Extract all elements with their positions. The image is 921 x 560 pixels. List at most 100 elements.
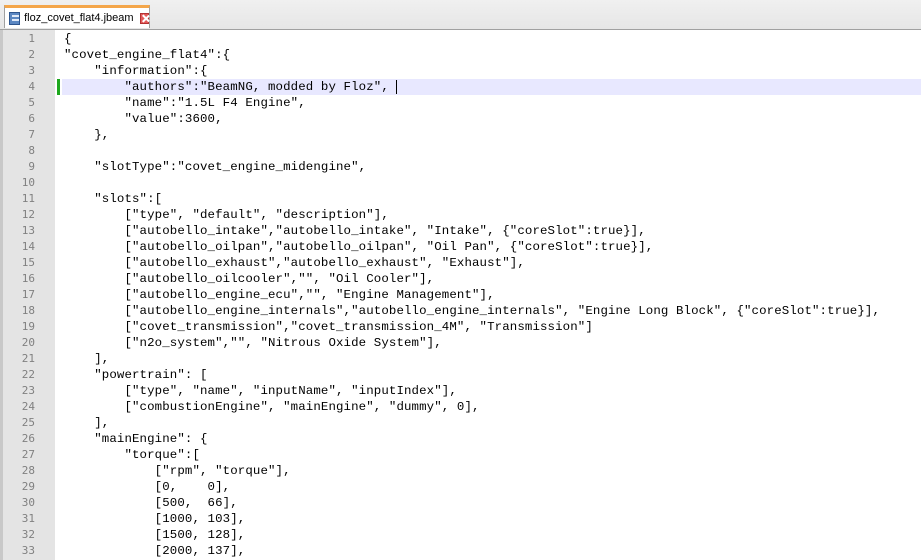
line-text: ], [64,416,110,430]
line-text: ["autobello_oilcooler","", "Oil Cooler"]… [64,272,435,286]
line-text: "slotType":"covet_engine_midengine", [64,160,367,174]
line-number: 1 [28,32,35,45]
line-text: }, [64,128,110,142]
line-number: 9 [28,160,35,173]
code-line[interactable]: 1{ [0,31,921,47]
file-tab[interactable]: floz_covet_flat4.jbeam [4,5,150,28]
line-number: 29 [21,480,35,493]
line-text: [2000, 137], [64,544,246,558]
line-number: 11 [21,192,35,205]
line-number: 15 [21,256,35,269]
file-icon [9,11,21,25]
line-number: 8 [28,144,35,157]
line-text: "value":3600, [64,112,223,126]
code-line[interactable]: 18 ["autobello_engine_internals","autobe… [0,303,921,319]
line-number: 4 [28,80,35,93]
line-text: [1000, 103], [64,512,246,526]
line-number: 32 [21,528,35,541]
line-number: 33 [21,544,35,557]
line-number: 7 [28,128,35,141]
line-number: 21 [21,352,35,365]
line-number: 22 [21,368,35,381]
line-number: 27 [21,448,35,461]
line-number: 26 [21,432,35,445]
line-text: [0, 0], [64,480,231,494]
code-line[interactable]: 30 [500, 66], [0,495,921,511]
code-line[interactable]: 15 ["autobello_exhaust","autobello_exhau… [0,255,921,271]
code-line[interactable]: 14 ["autobello_oilpan","autobello_oilpan… [0,239,921,255]
close-icon[interactable] [139,12,149,24]
line-text: ["combustionEngine", "mainEngine", "dumm… [64,400,480,414]
code-line[interactable]: 19 ["covet_transmission","covet_transmis… [0,319,921,335]
code-line[interactable]: 10 [0,175,921,191]
line-text: "powertrain": [ [64,368,208,382]
code-line[interactable]: 25 ], [0,415,921,431]
line-text: ["n2o_system","", "Nitrous Oxide System"… [64,336,442,350]
code-line[interactable]: 7 }, [0,127,921,143]
line-number: 6 [28,112,35,125]
line-text: ["type", "name", "inputName", "inputInde… [64,384,457,398]
code-line[interactable]: 21 ], [0,351,921,367]
line-text: { [64,32,72,46]
code-line[interactable]: 12 ["type", "default", "description"], [0,207,921,223]
line-text: "covet_engine_flat4":{ [64,48,231,62]
line-number: 12 [21,208,35,221]
line-number: 30 [21,496,35,509]
code-line[interactable]: 29 [0, 0], [0,479,921,495]
line-number: 23 [21,384,35,397]
line-text: ["autobello_engine_internals","autobello… [64,304,881,318]
code-line[interactable]: 3 "information":{ [0,63,921,79]
code-line[interactable]: 27 "torque":[ [0,447,921,463]
line-text: ["covet_transmission","covet_transmissio… [64,320,593,334]
line-number: 17 [21,288,35,301]
line-text: "name":"1.5L F4 Engine", [64,96,306,110]
code-line[interactable]: 31 [1000, 103], [0,511,921,527]
code-line[interactable]: 32 [1500, 128], [0,527,921,543]
line-number: 14 [21,240,35,253]
line-text: [1500, 128], [64,528,246,542]
line-number: 28 [21,464,35,477]
code-line[interactable]: 6 "value":3600, [0,111,921,127]
code-line[interactable]: 33 [2000, 137], [0,543,921,559]
code-line[interactable]: 24 ["combustionEngine", "mainEngine", "d… [0,399,921,415]
line-text: "mainEngine": { [64,432,208,446]
line-number: 25 [21,416,35,429]
line-number: 16 [21,272,35,285]
line-text: "torque":[ [64,448,201,462]
line-number: 13 [21,224,35,237]
code-line[interactable]: 8 [0,143,921,159]
code-line[interactable]: 17 ["autobello_engine_ecu","", "Engine M… [0,287,921,303]
code-editor[interactable]: 1{2 "covet_engine_flat4":{3 "information"… [0,30,921,560]
line-number: 20 [21,336,35,349]
line-number: 5 [28,96,35,109]
line-text: [500, 66], [64,496,238,510]
line-number: 18 [21,304,35,317]
code-line[interactable]: 9 "slotType":"covet_engine_midengine", [0,159,921,175]
code-line[interactable]: 4 "authors":"BeamNG, modded by Floz", [0,79,921,95]
code-line[interactable]: 2 "covet_engine_flat4":{ [0,47,921,63]
code-line[interactable]: 20 ["n2o_system","", "Nitrous Oxide Syst… [0,335,921,351]
code-line[interactable]: 5 "name":"1.5L F4 Engine", [0,95,921,111]
code-line[interactable]: 11 "slots":[ [0,191,921,207]
line-number: 3 [28,64,35,77]
line-text: ["autobello_exhaust","autobello_exhaust"… [64,256,525,270]
line-text: "slots":[ [64,192,163,206]
code-line[interactable]: 13 ["autobello_intake","autobello_intake… [0,223,921,239]
code-line[interactable]: 22 "powertrain": [ [0,367,921,383]
code-line[interactable]: 16 ["autobello_oilcooler","", "Oil Coole… [0,271,921,287]
line-text: ["rpm", "torque"], [64,464,291,478]
line-number: 31 [21,512,35,525]
line-text: ], [64,352,110,366]
line-text: "information":{ [64,64,208,78]
code-line[interactable]: 26 "mainEngine": { [0,431,921,447]
code-line[interactable]: 28 ["rpm", "torque"], [0,463,921,479]
line-number: 24 [21,400,35,413]
line-text: ["autobello_engine_ecu","", "Engine Mana… [64,288,495,302]
line-text: "authors":"BeamNG, modded by Floz", [64,80,389,94]
tab-filename: floz_covet_flat4.jbeam [24,12,134,24]
line-number: 19 [21,320,35,333]
line-text: ["type", "default", "description"], [64,208,389,222]
text-caret [396,80,397,94]
code-line[interactable]: 23 ["type", "name", "inputName", "inputI… [0,383,921,399]
line-text: ["autobello_intake","autobello_intake", … [64,224,646,238]
